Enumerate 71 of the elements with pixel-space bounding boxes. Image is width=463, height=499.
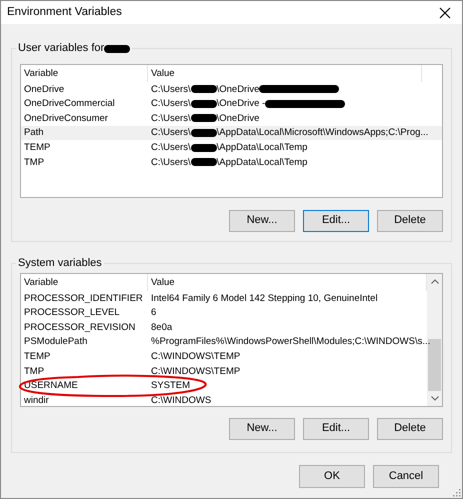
redaction-mark [190, 114, 217, 122]
list-row[interactable]: PROCESSOR_IDENTIFIER Intel64 Family 6 Model 142 Stepping 10, GenuineIntel [21, 291, 427, 306]
list-row[interactable]: Path C:\Users\ \AppData\Local\Microsoft\WindowsApps;C:\Prog... [21, 126, 442, 140]
button[interactable]: New... [229, 210, 295, 232]
variable-value: \AppData\Local\Microsoft\WindowsApps;C:\Prog... [216, 127, 428, 139]
variable-value: C:\WINDOWS\TEMP [151, 350, 240, 362]
list-row[interactable]: TMP C:\WINDOWS\TEMP [21, 364, 427, 379]
variable-name: PSModulePath [23, 336, 88, 348]
variable-name: Path [23, 127, 45, 139]
list-row[interactable]: OneDrive C:\Users\ \OneDrive [21, 82, 442, 97]
list-row[interactable]: PROCESSOR_REVISION 8e0a [21, 320, 427, 335]
variable-name: PROCESSOR_IDENTIFIER [23, 292, 144, 304]
variable-name: USERNAME [23, 380, 79, 392]
scroll-down-icon[interactable] [430, 396, 438, 401]
variable-name: TEMP [23, 350, 52, 362]
close-icon [439, 6, 451, 18]
button[interactable]: Delete [377, 210, 443, 232]
group-label: System variables [18, 256, 102, 270]
variable-name: PROCESSOR_LEVEL [23, 307, 121, 319]
variable-name: PROCESSOR_REVISION [23, 322, 136, 334]
variable-value: \AppData\Local\Temp [216, 142, 308, 154]
list-row[interactable]: windir C:\WINDOWS [21, 393, 427, 408]
redaction-mark [190, 158, 217, 166]
window-title: Environment Variables [7, 6, 122, 20]
button[interactable]: OK [299, 465, 365, 488]
variable-value: \OneDrive [216, 112, 260, 124]
variable-value: 8e0a [151, 322, 172, 334]
resize-grip-icon[interactable] [453, 489, 461, 497]
button[interactable]: Edit... [303, 210, 369, 232]
variable-value: C:\WINDOWS\TEMP [151, 366, 240, 377]
variable-value: \AppData\Local\Temp [216, 156, 308, 168]
list-row[interactable]: TEMP C:\WINDOWS\TEMP [21, 349, 427, 364]
redaction-mark [190, 100, 217, 108]
variable-name: windir [23, 394, 50, 406]
variable-value: C:\Users\ [151, 156, 191, 168]
group-label: User variables for [18, 42, 104, 56]
variable-value: C:\Users\ [151, 112, 191, 124]
button[interactable]: Edit... [303, 418, 369, 440]
redaction-mark [190, 85, 217, 94]
redaction-mark [190, 144, 217, 152]
redaction-mark [190, 129, 217, 138]
variable-value: 6 [151, 307, 156, 319]
variable-value: Intel64 Family 6 Model 142 Stepping 10, GenuineIntel [151, 292, 378, 304]
variable-value: \OneDrive [216, 84, 260, 95]
scroll-thumb[interactable] [428, 339, 441, 391]
button[interactable]: New... [229, 418, 295, 440]
button[interactable]: Delete [377, 418, 443, 440]
variable-name: OneDriveCommercial [23, 98, 116, 110]
variable-value: C:\Users\ [151, 98, 191, 110]
variable-name: TMP [23, 156, 46, 168]
list-row[interactable]: OneDriveCommercial C:\Users\ \OneDrive - [21, 96, 442, 112]
list-row[interactable]: OneDriveConsumer C:\Users\ \OneDrive [21, 111, 442, 126]
variable-value: C:\WINDOWS [151, 394, 212, 406]
list-row[interactable]: USERNAME SYSTEM [21, 378, 427, 394]
variable-value: C:\Users\ [151, 142, 191, 154]
list-row[interactable]: PROCESSOR_LEVEL 6 [21, 306, 427, 320]
variable-value: C:\Users\ [151, 84, 191, 95]
column-header[interactable]: Variable [21, 274, 148, 291]
variable-value: \OneDrive - [216, 98, 266, 110]
variable-name: OneDriveConsumer [23, 112, 109, 124]
column-header[interactable]: Value [148, 65, 422, 82]
variable-value: SYSTEM [151, 380, 190, 392]
button[interactable]: Cancel [373, 465, 439, 488]
variable-value: C:\Users\ [151, 127, 191, 139]
scroll-up-icon[interactable] [430, 279, 438, 284]
list-row[interactable]: TEMP C:\Users\ \AppData\Local\Temp [21, 140, 442, 155]
column-header[interactable]: Variable [21, 65, 148, 82]
variable-name: OneDrive [23, 84, 66, 95]
list-row[interactable]: TMP C:\Users\ \AppData\Local\Temp [21, 154, 442, 170]
variable-name: TMP [23, 366, 46, 377]
variable-name: TEMP [23, 142, 52, 154]
